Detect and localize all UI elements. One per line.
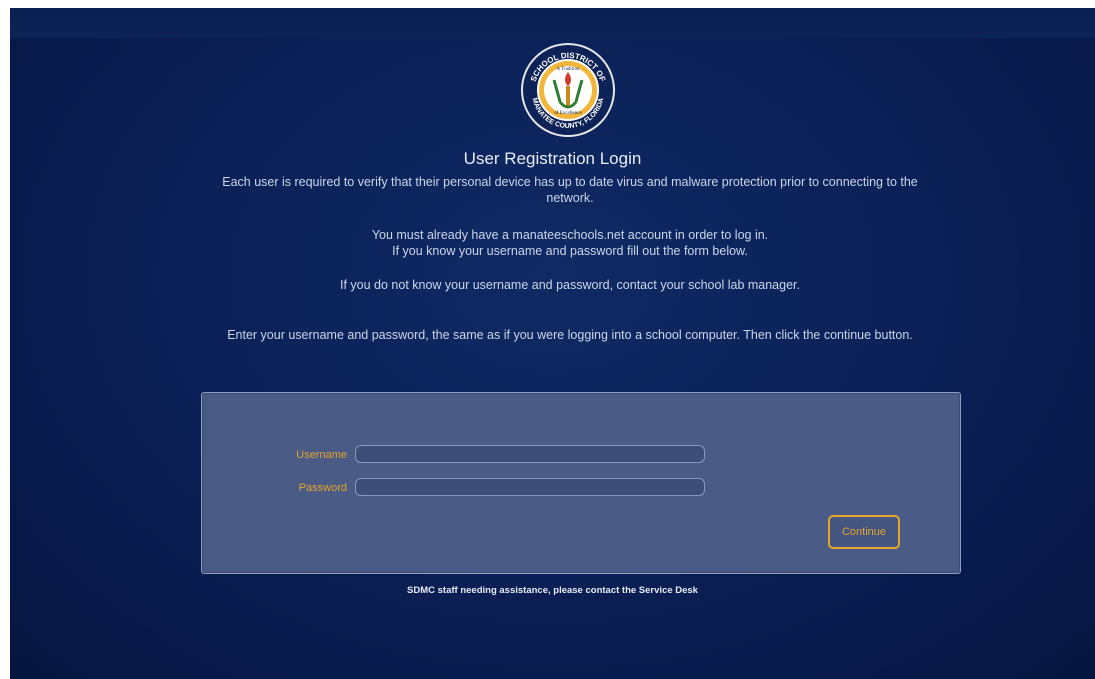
page-frame: SCHOOL DISTRICT OF MANATEE COUNTY, FLORI… <box>10 8 1095 679</box>
continue-button[interactable]: Continue <box>828 515 900 549</box>
school-district-logo: SCHOOL DISTRICT OF MANATEE COUNTY, FLORI… <box>521 43 615 137</box>
page-title: User Registration Login <box>463 149 642 168</box>
account-line-2: If you know your username and password f… <box>392 244 748 258</box>
contact-lab-manager-text: If you do not know your username and pas… <box>340 278 800 292</box>
logo-ribbon-top: A Tradition <box>557 67 580 72</box>
service-desk-footer: SDMC staff needing assistance, please co… <box>407 585 698 596</box>
device-requirement-text: Each user is required to verify that the… <box>222 175 918 205</box>
login-form-panel: Username Password Continue <box>201 392 961 574</box>
username-input[interactable] <box>355 445 705 463</box>
account-line-1: You must already have a manateeschools.n… <box>371 228 769 242</box>
top-bar <box>10 8 1095 38</box>
instructions-text: Enter your username and password, the sa… <box>227 328 913 342</box>
logo-ribbon-bottom: of Excellence <box>554 111 582 116</box>
username-label: Username <box>296 449 347 461</box>
password-label: Password <box>298 482 347 494</box>
account-requirement-text: You must already have a manateeschools.n… <box>190 227 950 259</box>
password-input[interactable] <box>355 478 705 496</box>
